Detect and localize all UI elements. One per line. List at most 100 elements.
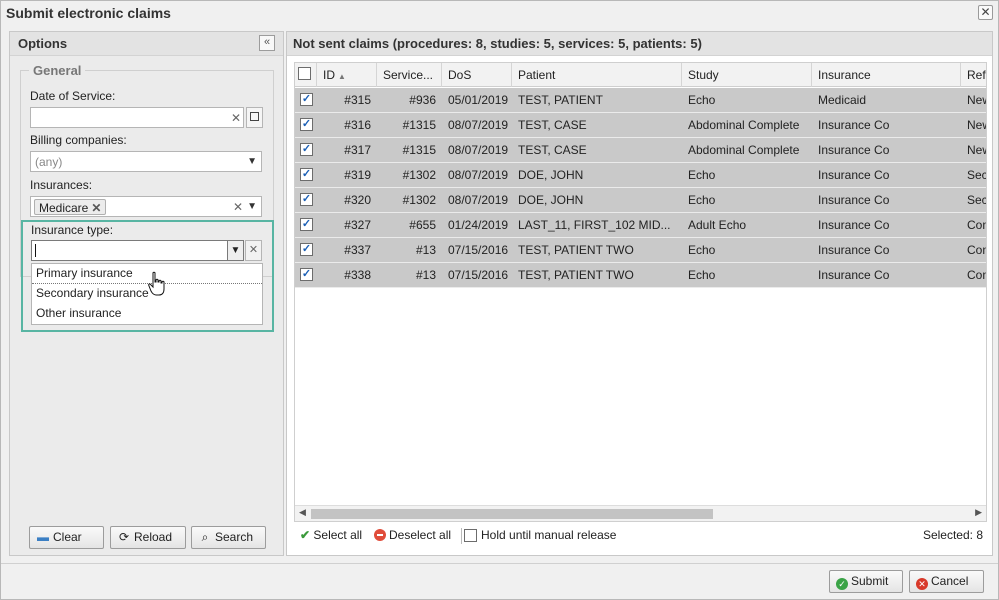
cell-dos: 01/24/2019 xyxy=(448,218,509,232)
claims-header: Not sent claims (procedures: 8, studies:… xyxy=(287,32,992,56)
clear-button-label: Clear xyxy=(53,530,82,544)
table-row[interactable]: ✓ #338 #13 07/15/2016 TEST, PATIENT TWO … xyxy=(295,263,987,288)
calendar-icon[interactable] xyxy=(246,107,263,128)
clear-button[interactable]: ▬ Clear xyxy=(29,526,104,549)
cell-service: #936 xyxy=(409,93,436,107)
search-button-label: Search xyxy=(215,530,254,544)
submit-button[interactable]: ✓ Submit xyxy=(829,570,903,593)
cell-service: #655 xyxy=(409,218,436,232)
cell-id: #337 xyxy=(344,243,371,257)
column-insurance[interactable]: Insurance xyxy=(812,63,961,87)
table-row[interactable]: ✓ #320 #1302 08/07/2019 DOE, JOHN Echo I… xyxy=(295,188,986,213)
cell-patient: DOE, JOHN xyxy=(518,168,584,182)
reload-button[interactable]: ⟳ Reload xyxy=(110,526,186,549)
column-id[interactable]: ID ▲ xyxy=(317,63,377,87)
cell-study: Adult Echo xyxy=(688,218,747,232)
deselect-all-link[interactable]: Deselect all xyxy=(374,528,451,542)
row-checkbox[interactable]: ✓ xyxy=(300,218,313,231)
row-checkbox[interactable]: ✓ xyxy=(300,143,313,156)
table-row[interactable]: ✓ #319 #1302 08/07/2019 DOE, JOHN Echo I… xyxy=(295,163,987,188)
cell-insurance: Insurance Co xyxy=(818,218,890,232)
sort-asc-icon: ▲ xyxy=(338,72,346,81)
claims-grid: ID ▲ Service... DoS Patient Study Insuran… xyxy=(294,62,987,522)
row-checkbox[interactable]: ✓ xyxy=(300,268,313,281)
table-row[interactable]: ✓ #337 #13 07/15/2016 TEST, PATIENT TWO … xyxy=(295,238,986,263)
cell-insurance: Insurance Co xyxy=(818,243,890,257)
table-row[interactable]: ✓ #316 #1315 08/07/2019 TEST, CASE Abdom… xyxy=(295,113,986,138)
billing-companies-placeholder: (any) xyxy=(35,155,63,169)
cell-id: #327 xyxy=(344,218,371,232)
collapse-panel-icon[interactable]: « xyxy=(259,35,275,51)
row-checkbox[interactable]: ✓ xyxy=(300,193,313,206)
chevron-down-icon[interactable]: ▼ xyxy=(227,240,244,261)
insurance-type-input[interactable] xyxy=(31,240,244,261)
cell-id: #320 xyxy=(344,193,371,207)
chevron-down-icon[interactable]: ▼ xyxy=(247,201,257,212)
deselect-all-label: Deselect all xyxy=(389,528,452,542)
select-all-checkbox-header[interactable] xyxy=(295,63,317,87)
dialog-footer: ✓ Submit ✕ Cancel xyxy=(1,563,998,599)
search-button[interactable]: ⌕ Search xyxy=(191,526,266,549)
cell-patient: TEST, CASE xyxy=(518,143,587,157)
scroll-right-icon[interactable]: ▶ xyxy=(975,507,982,518)
claims-title: Not sent claims (procedures: 8, studies:… xyxy=(293,36,702,51)
options-title: Options xyxy=(18,36,68,51)
hold-label: Hold until manual release xyxy=(481,528,617,542)
column-ref[interactable]: Ref xyxy=(961,63,986,87)
select-all-link[interactable]: ✔ Select all xyxy=(300,528,362,542)
clear-insurances-icon[interactable]: ✕ xyxy=(233,200,243,214)
cell-dos: 08/07/2019 xyxy=(448,193,509,207)
column-dos[interactable]: DoS xyxy=(442,63,512,87)
row-checkbox[interactable]: ✓ xyxy=(300,168,313,181)
claims-footer: ✔ Select all Deselect all Hold until man… xyxy=(294,524,987,548)
table-row[interactable]: ✓ #327 #655 01/24/2019 LAST_11, FIRST_10… xyxy=(295,213,986,238)
date-of-service-label: Date of Service: xyxy=(30,89,116,103)
cell-study: Echo xyxy=(688,193,716,207)
check-icon: ✔ xyxy=(300,528,311,542)
table-row[interactable]: ✓ #317 #1315 08/07/2019 TEST, CASE Abdom… xyxy=(295,138,986,163)
cell-study: Abdominal Complete xyxy=(688,118,800,132)
column-patient[interactable]: Patient xyxy=(512,63,682,87)
cell-study: Echo xyxy=(688,168,716,182)
scroll-left-icon[interactable]: ◀ xyxy=(299,507,306,518)
cell-ref: New xyxy=(967,143,986,157)
billing-companies-select[interactable]: (any) ▼ xyxy=(30,151,262,172)
cell-dos: 08/07/2019 xyxy=(448,118,509,132)
table-row[interactable]: ✓ #315 #936 05/01/2019 TEST, PATIENT Ech… xyxy=(295,88,986,113)
column-study[interactable]: Study xyxy=(682,63,812,87)
cell-ref: New xyxy=(967,93,986,107)
column-service[interactable]: Service... xyxy=(377,63,442,87)
clear-date-icon[interactable]: ✕ xyxy=(231,111,241,125)
header-checkbox[interactable] xyxy=(298,67,311,80)
cancel-button-label: Cancel xyxy=(931,574,969,588)
hold-release-checkbox[interactable]: Hold until manual release xyxy=(464,528,616,542)
clear-insurance-type-icon[interactable]: ✕ xyxy=(245,240,262,261)
cell-ref: Sec xyxy=(967,168,987,182)
cell-study: Echo xyxy=(688,243,716,257)
close-icon[interactable]: ✕ xyxy=(978,5,993,20)
divider xyxy=(461,528,462,544)
date-of-service-input[interactable]: ✕ xyxy=(30,107,244,128)
remove-tag-icon[interactable]: ✕ xyxy=(91,201,101,215)
cell-service: #13 xyxy=(415,243,436,257)
row-checkbox[interactable]: ✓ xyxy=(300,118,313,131)
row-checkbox[interactable]: ✓ xyxy=(300,243,313,256)
insurances-label: Insurances: xyxy=(30,178,93,192)
cell-service: #1315 xyxy=(402,118,436,132)
scrollbar-thumb[interactable] xyxy=(311,509,713,519)
cell-service: #1302 xyxy=(402,168,436,182)
cancel-circle-icon: ✕ xyxy=(916,578,928,590)
cell-service: #13 xyxy=(415,268,436,282)
row-checkbox[interactable]: ✓ xyxy=(300,93,313,106)
reload-icon: ⟳ xyxy=(118,530,130,544)
insurances-select[interactable]: Medicare ✕ ✕ ▼ xyxy=(30,196,262,217)
cell-study: Echo xyxy=(688,268,716,282)
horizontal-scrollbar[interactable]: ◀ ▶ xyxy=(295,505,986,521)
cell-insurance: Insurance Co xyxy=(818,193,890,207)
options-header: Options « xyxy=(10,32,283,56)
cell-service: #1315 xyxy=(402,143,436,157)
cell-ref: Con xyxy=(967,268,987,282)
cancel-button[interactable]: ✕ Cancel xyxy=(909,570,984,593)
dialog-title-bar: Submit electronic claims ✕ xyxy=(1,1,998,25)
insurance-type-option[interactable]: Other insurance xyxy=(32,304,262,324)
